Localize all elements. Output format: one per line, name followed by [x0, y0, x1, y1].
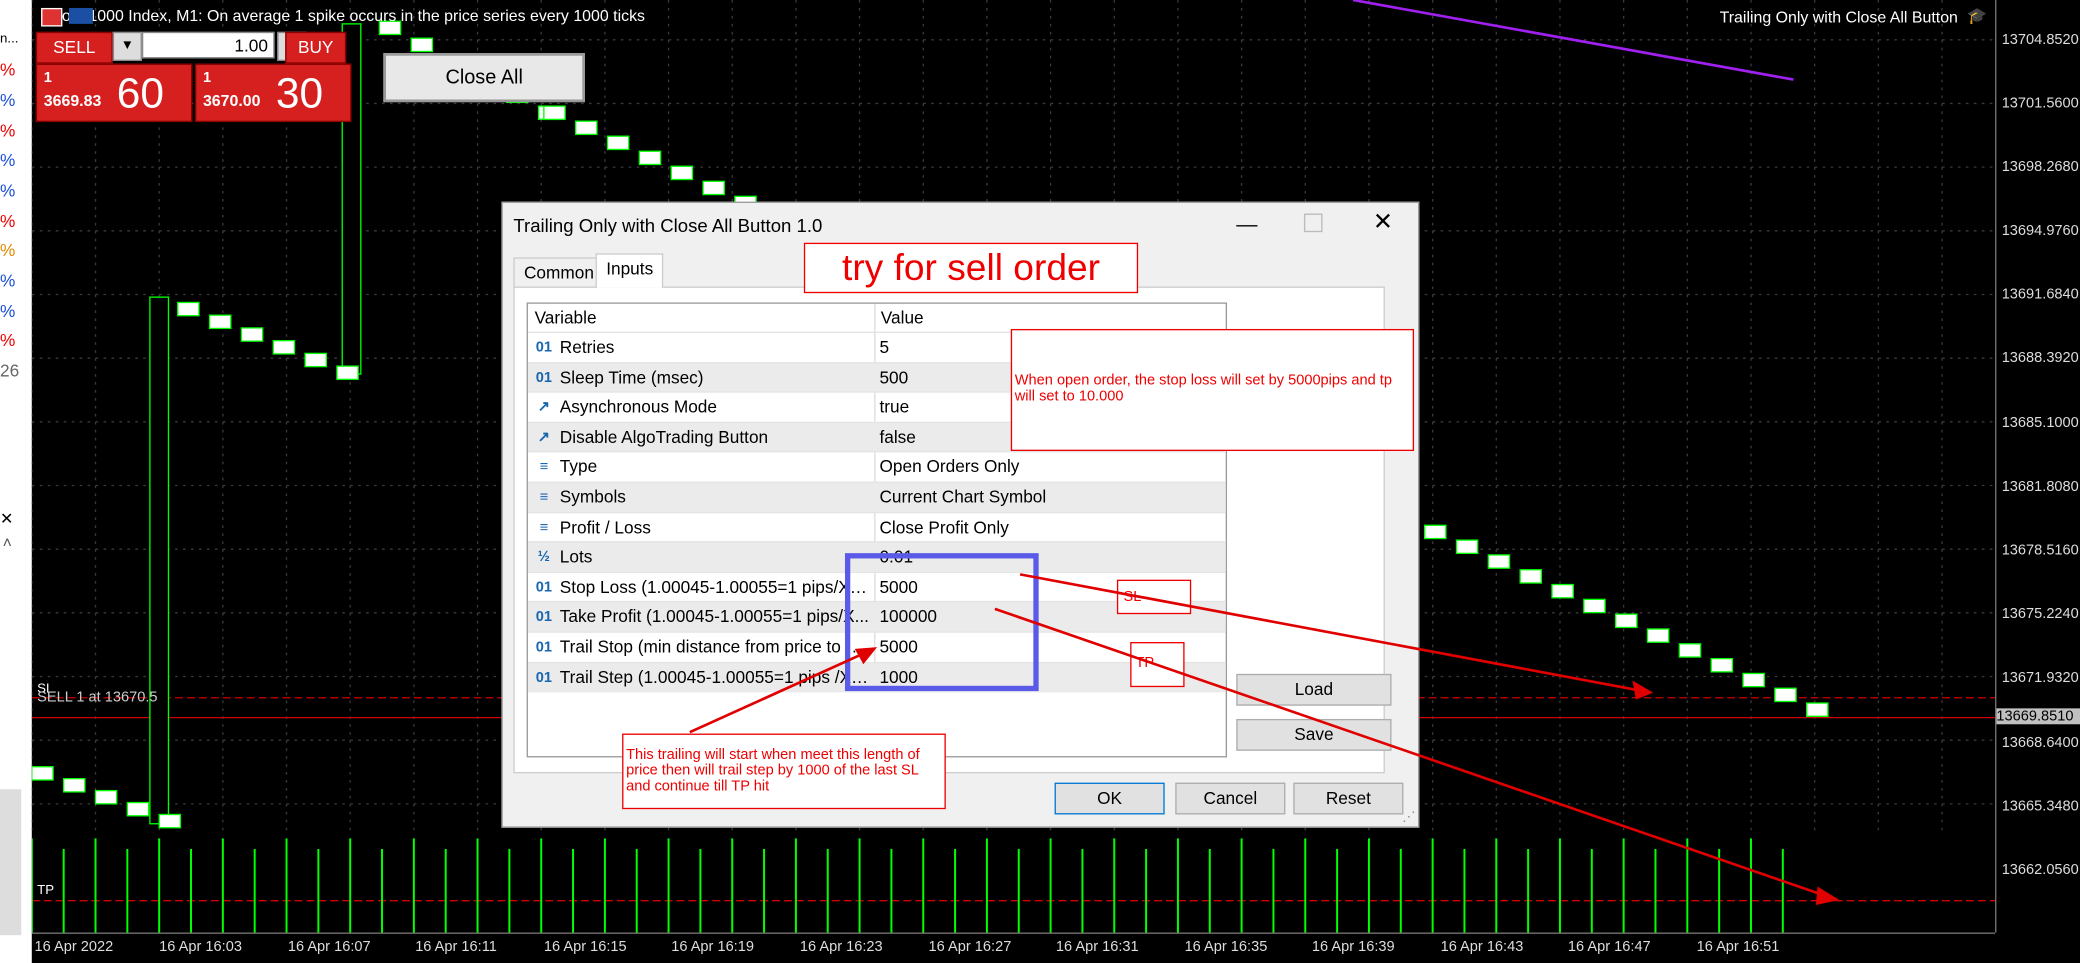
tab-inputs[interactable]: Inputs [595, 253, 664, 288]
annotation-arrows [689, 573, 1840, 906]
